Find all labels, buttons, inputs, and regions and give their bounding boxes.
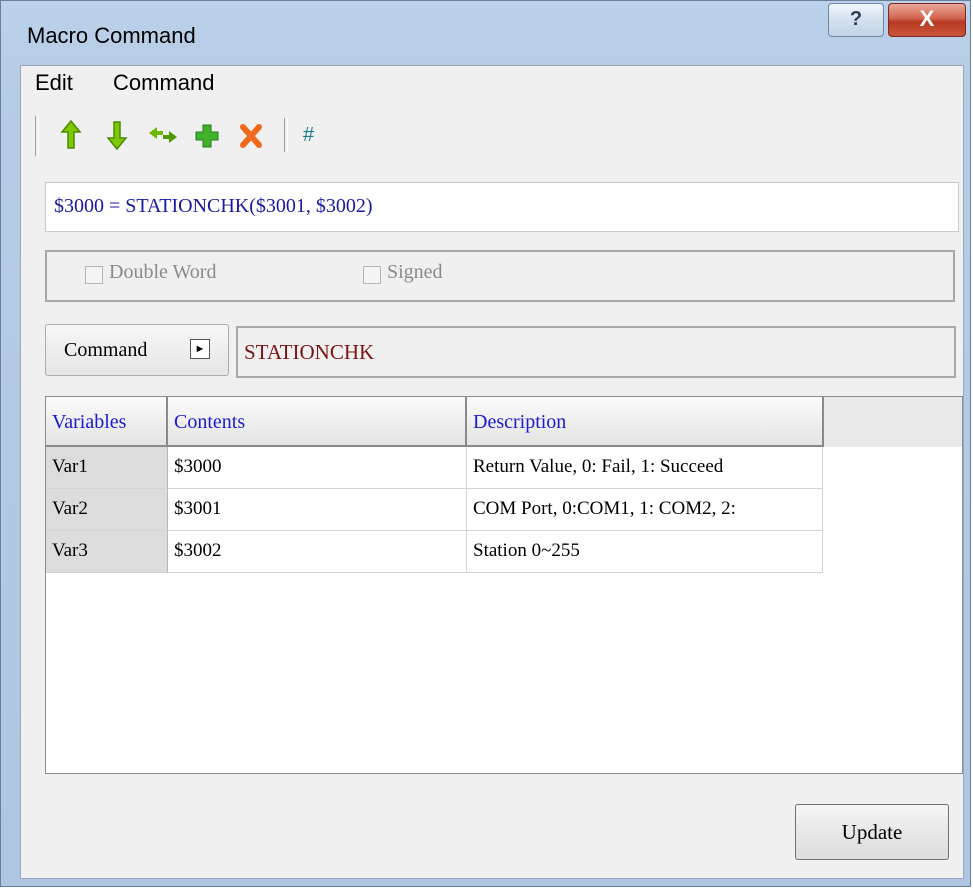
submenu-arrow-icon: ►	[190, 339, 210, 359]
header-variables[interactable]: Variables	[46, 397, 168, 447]
menu-bar: Edit Command	[21, 66, 963, 104]
toolbar-separator	[284, 118, 288, 152]
table-row[interactable]: Var3 $3002 Station 0~255	[46, 531, 823, 573]
row-var-cell: Var2	[46, 489, 168, 531]
close-button[interactable]: X	[888, 3, 966, 37]
help-button[interactable]: ?	[828, 3, 884, 37]
row-description-cell: COM Port, 0:COM1, 1: COM2, 2:	[467, 489, 823, 531]
arrow-up-icon[interactable]	[57, 118, 85, 152]
row-var-cell: Var1	[46, 447, 168, 489]
row-var-cell: Var3	[46, 531, 168, 573]
header-contents[interactable]: Contents	[168, 397, 467, 447]
arrow-down-icon[interactable]	[103, 118, 131, 152]
command-button[interactable]: Command ►	[45, 324, 229, 376]
options-group: Double Word Signed	[45, 250, 955, 302]
plus-icon[interactable]	[193, 118, 221, 152]
double-word-checkbox[interactable]	[85, 266, 103, 284]
toolbar: #	[21, 104, 963, 164]
row-description-cell: Station 0~255	[467, 531, 823, 573]
table-row[interactable]: Var2 $3001 COM Port, 0:COM1, 1: COM2, 2:	[46, 489, 823, 531]
command-button-label: Command	[64, 339, 148, 361]
toolbar-grip[interactable]	[35, 116, 39, 156]
macro-expression-input[interactable]: $3000 = STATIONCHK($3001, $3002)	[45, 182, 959, 232]
hash-icon[interactable]: #	[303, 118, 331, 152]
grid-header: Variables Contents Description	[46, 397, 962, 447]
dialog-client-area: Edit Command # $3000 = STATIONCHK($3001,…	[20, 65, 964, 879]
delete-icon[interactable]	[237, 118, 265, 152]
table-row[interactable]: Var1 $3000 Return Value, 0: Fail, 1: Suc…	[46, 447, 823, 489]
menu-command[interactable]: Command	[113, 70, 214, 96]
selected-command-display: STATIONCHK	[236, 326, 956, 378]
row-description-cell: Return Value, 0: Fail, 1: Succeed	[467, 447, 823, 489]
signed-checkbox[interactable]	[363, 266, 381, 284]
menu-edit[interactable]: Edit	[35, 70, 73, 96]
swap-icon[interactable]	[145, 118, 181, 152]
signed-label: Signed	[387, 261, 443, 283]
title-bar[interactable]: Macro Command ? X	[1, 1, 970, 67]
header-description[interactable]: Description	[467, 397, 824, 447]
macro-command-window: Macro Command ? X Edit Command # $3000 =…	[0, 0, 971, 887]
row-contents-cell[interactable]: $3000	[168, 447, 467, 489]
double-word-label: Double Word	[109, 261, 217, 283]
window-title: Macro Command	[27, 23, 196, 48]
row-contents-cell[interactable]: $3002	[168, 531, 467, 573]
row-contents-cell[interactable]: $3001	[168, 489, 467, 531]
variables-grid[interactable]: Variables Contents Description Var1 $300…	[45, 396, 963, 774]
update-button[interactable]: Update	[795, 804, 949, 860]
